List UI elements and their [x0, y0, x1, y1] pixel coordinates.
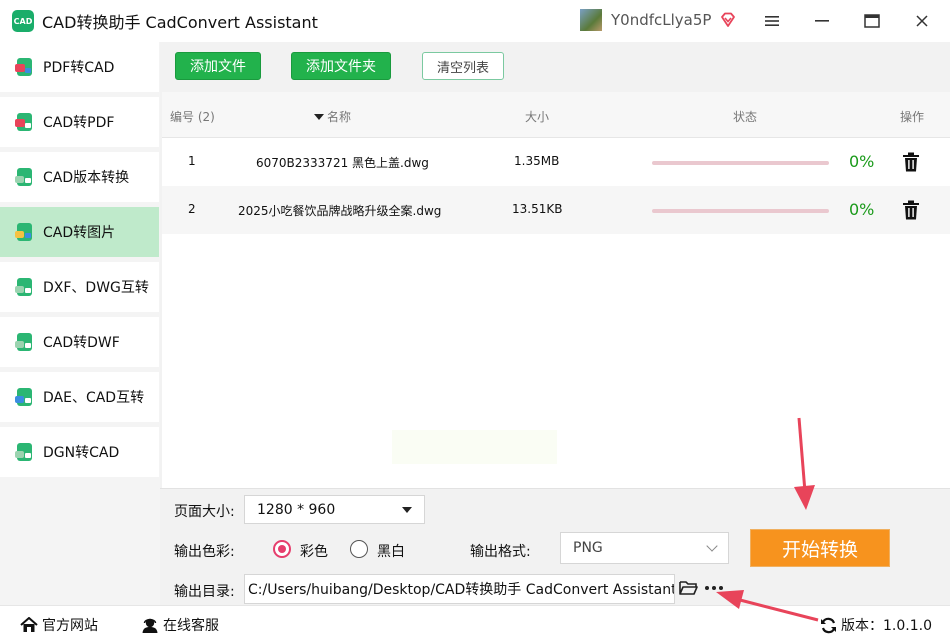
file-convert-icon: [15, 223, 32, 241]
page-size-value: 1280 * 960: [257, 501, 336, 518]
file-convert-icon: [15, 278, 32, 296]
main-panel: 添加文件 添加文件夹 清空列表 编号 (2) 名称 大小 状态 操作 1 607…: [160, 42, 950, 488]
caret-down-icon: [402, 507, 412, 513]
sidebar-item-pdf-to-cad[interactable]: PDF转CAD: [0, 42, 159, 92]
file-convert-icon: [15, 168, 32, 186]
format-value: PNG: [573, 540, 603, 556]
col-action-header: 操作: [900, 110, 925, 124]
folder-open-icon[interactable]: [679, 580, 698, 596]
color-label: 输出色彩:: [174, 544, 235, 560]
official-website-link[interactable]: 官方网站: [20, 615, 98, 635]
version-info: 版本：1.0.1.0: [820, 615, 932, 635]
col-name-header[interactable]: 名称: [314, 108, 351, 125]
radio-color-label[interactable]: 彩色: [300, 541, 328, 561]
progress-bar: [652, 161, 829, 165]
page-size-select[interactable]: 1280 * 960: [244, 495, 425, 524]
col-size-header: 大小: [525, 110, 550, 124]
version-label: 版本：1.0.1.0: [841, 618, 932, 634]
support-agent-icon: [142, 618, 158, 633]
sidebar-item-dgn-to-cad[interactable]: DGN转CAD: [0, 427, 159, 477]
sidebar: PDF转CAD CAD转PDF CAD版本转换 CAD转图片 DXF、DWG互转…: [0, 42, 160, 605]
radio-bw-label[interactable]: 黑白: [377, 541, 405, 561]
format-label: 输出格式:: [470, 544, 531, 560]
table-row[interactable]: 1 6070B2333721 黑色上盖.dwg 1.35MB 0%: [162, 138, 950, 186]
sidebar-item-dae-cad[interactable]: DAE、CAD互转: [0, 372, 159, 422]
menu-icon[interactable]: [758, 8, 786, 34]
sidebar-item-dxf-dwg[interactable]: DXF、DWG互转: [0, 262, 159, 312]
online-support-label: 在线客服: [163, 618, 219, 634]
page-size-label: 页面大小:: [174, 504, 235, 520]
app-logo-icon: CAD: [12, 10, 34, 32]
online-support-link[interactable]: 在线客服: [141, 615, 219, 635]
row-index: 2: [188, 202, 196, 216]
sidebar-item-label: CAD转图片: [43, 225, 116, 241]
sidebar-item-label: PDF转CAD: [43, 60, 115, 76]
col-status-header: 状态: [733, 110, 758, 124]
row-filesize: 13.51KB: [512, 202, 563, 216]
sidebar-item-label: DXF、DWG互转: [43, 280, 149, 296]
file-convert-icon: [15, 113, 32, 131]
progress-percent: 0%: [849, 200, 875, 219]
close-icon[interactable]: [908, 8, 936, 34]
sidebar-item-label: CAD转DWF: [43, 335, 120, 351]
progress-percent: 0%: [849, 152, 875, 171]
file-convert-icon: [15, 333, 32, 351]
sidebar-item-label: DAE、CAD互转: [43, 390, 145, 406]
start-convert-button[interactable]: 开始转换: [750, 529, 890, 567]
sidebar-item-cad-to-image[interactable]: CAD转图片: [0, 207, 159, 257]
output-dir-label: 输出目录:: [174, 584, 235, 600]
vip-diamond-icon[interactable]: [719, 11, 737, 29]
add-file-button[interactable]: 添加文件: [175, 52, 261, 80]
settings-panel: 页面大小: 1280 * 960 输出色彩: 彩色 黑白 输出格式: PNG 开…: [160, 488, 950, 605]
table-header: 编号 (2) 名称 大小 状态 操作: [162, 92, 950, 138]
sidebar-item-label: DGN转CAD: [43, 445, 120, 461]
output-dir-value: C:/Users/huibang/Desktop/CAD转换助手 CadConv…: [248, 582, 675, 598]
add-folder-button[interactable]: 添加文件夹: [291, 52, 391, 80]
clear-list-button[interactable]: 清空列表: [422, 52, 504, 80]
row-filename: 6070B2333721 黑色上盖.dwg: [256, 156, 429, 170]
maximize-icon[interactable]: [858, 8, 886, 34]
row-index: 1: [188, 154, 196, 168]
output-dir-input[interactable]: C:/Users/huibang/Desktop/CAD转换助手 CadConv…: [244, 574, 675, 604]
format-select[interactable]: PNG: [560, 532, 729, 564]
progress-bar: [652, 209, 829, 213]
file-convert-icon: [15, 388, 32, 406]
file-convert-icon: [15, 58, 32, 76]
sidebar-item-cad-to-pdf[interactable]: CAD转PDF: [0, 97, 159, 147]
app-title: CAD转换助手 CadConvert Assistant: [42, 13, 318, 32]
sidebar-item-label: CAD转PDF: [43, 115, 115, 131]
col-index-header: 编号 (2): [170, 110, 215, 124]
sidebar-item-cad-to-dwf[interactable]: CAD转DWF: [0, 317, 159, 367]
table-row[interactable]: 2 2025小吃餐饮品牌战略升级全案.dwg 13.51KB 0%: [162, 186, 950, 234]
user-area[interactable]: Y0ndfcLlya5P: [580, 9, 737, 31]
minimize-icon[interactable]: [808, 8, 836, 34]
username[interactable]: Y0ndfcLlya5P: [611, 11, 711, 29]
radio-color[interactable]: [273, 540, 291, 558]
title-bar: CAD CAD转换助手 CadConvert Assistant Y0ndfcL…: [0, 0, 950, 42]
footer: 官方网站 在线客服 版本：1.0.1.0: [0, 605, 950, 640]
refresh-icon[interactable]: [820, 617, 837, 634]
home-icon: [20, 617, 38, 632]
trash-icon[interactable]: [903, 152, 919, 172]
sort-down-icon: [314, 113, 324, 120]
col-name-label: 名称: [327, 110, 352, 124]
avatar[interactable]: [580, 9, 602, 31]
watermark-image: [392, 430, 557, 464]
sidebar-item-label: CAD版本转换: [43, 170, 130, 186]
chevron-down-icon: [706, 540, 718, 552]
file-table: 编号 (2) 名称 大小 状态 操作 1 6070B2333721 黑色上盖.d…: [162, 92, 950, 488]
official-website-label: 官方网站: [42, 618, 98, 634]
toolbar: 添加文件 添加文件夹 清空列表: [160, 42, 950, 92]
file-convert-icon: [15, 443, 32, 461]
row-filesize: 1.35MB: [514, 154, 560, 168]
trash-icon[interactable]: [903, 200, 919, 220]
radio-bw[interactable]: [350, 540, 368, 558]
sidebar-item-cad-version[interactable]: CAD版本转换: [0, 152, 159, 202]
more-options-icon[interactable]: [705, 579, 723, 597]
row-filename: 2025小吃餐饮品牌战略升级全案.dwg: [238, 204, 442, 218]
